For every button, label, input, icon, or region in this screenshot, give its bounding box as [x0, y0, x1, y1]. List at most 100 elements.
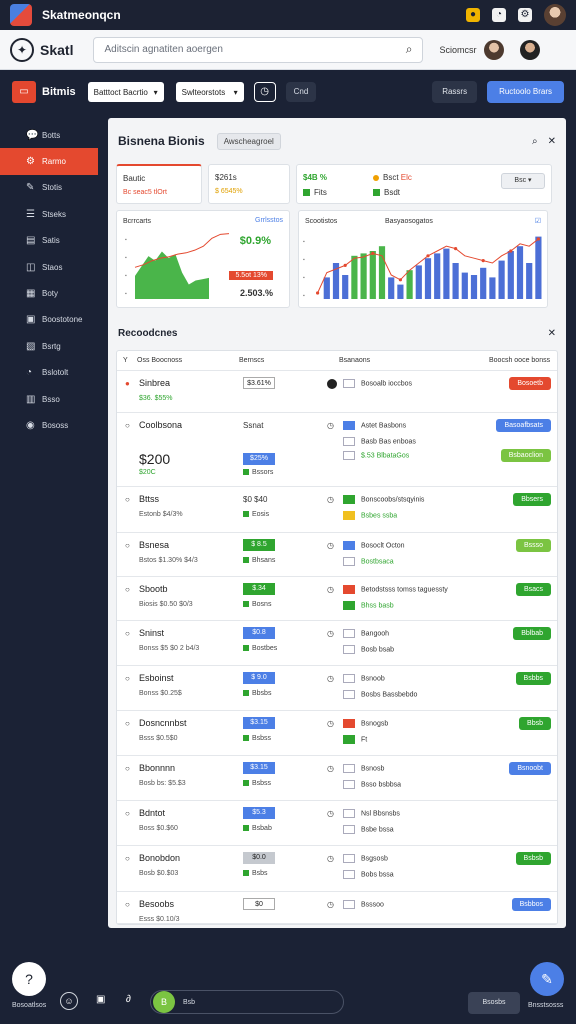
table-row[interactable]: ○ Besoobs Esss $0.10/3 $0 ◷ Bsssoo Bsbbos [117, 892, 557, 924]
primary-button[interactable]: Ructoolo Brars [487, 81, 564, 103]
stat-c-label2-sub: Bsdt [373, 188, 453, 197]
sidebar-item[interactable]: 💬 Botts [0, 122, 98, 148]
chart1-corner[interactable]: Grrlsstos [255, 217, 283, 224]
sidebar-item[interactable]: ▤ Satis [0, 228, 98, 254]
row-action-button[interactable]: Basoafbsats [496, 419, 551, 432]
row-checkbox-icon [343, 601, 355, 610]
filter-chip[interactable]: Cnd [285, 82, 317, 102]
row-action-button[interactable]: Bsbbs [515, 672, 551, 685]
row-sub: Bonss $5 $0 2 b4/3 [139, 645, 200, 652]
filter-select-1[interactable]: Batttoct Bacrtio ▾ [87, 82, 164, 102]
column-header[interactable]: Bsanaons [339, 357, 489, 364]
row-action-button[interactable]: Bblbab [513, 627, 551, 640]
sort-icon[interactable]: Y [123, 357, 137, 364]
row-label2: Bosb bsab [343, 645, 394, 654]
table-row[interactable]: ○ Sbootb Biosis $0.50 $0/3 $.34 Bosns ◷ Betods… [117, 577, 557, 621]
period-select[interactable]: Bsc ▾ [501, 173, 545, 189]
row-action-button[interactable]: Bsbbos [511, 898, 551, 911]
sidebar-item[interactable]: ▥ Bsso [0, 386, 98, 412]
stat-card-b[interactable]: $261s $ 6545% [208, 164, 290, 204]
row-label2: Bostbsaca [343, 557, 394, 566]
table-row[interactable]: ○ Bdntot Boss $0.$60 $5.3 Bsbab ◷ Nsl Bbsnsbs B… [117, 801, 557, 846]
chart1-title: Bcrrcarts [123, 218, 151, 225]
search-icon[interactable]: ⌕ [532, 136, 538, 147]
sidebar-item[interactable]: ▦ Boty [0, 280, 98, 306]
row-action-button[interactable]: Bbsb [519, 717, 551, 730]
bar [342, 275, 349, 299]
row-badge-sub: Bsbab [243, 825, 272, 832]
stat-card-a[interactable]: Bautic Bc seac5 tlOrt [116, 164, 202, 204]
row-badge: $0.8 [243, 627, 275, 639]
link-icon[interactable]: ∂ [126, 994, 131, 1005]
search-icon[interactable]: ⌕ [406, 42, 413, 57]
row-number: $200 [139, 451, 171, 467]
row-action-button[interactable]: Bsacs [515, 583, 551, 596]
sidebar-item[interactable]: ◔ Bslotolt [0, 360, 98, 386]
settings-icon[interactable]: ⚙ [518, 8, 532, 22]
chat-icon[interactable]: ◔ [492, 8, 506, 22]
row-checkbox-icon [343, 870, 355, 879]
table-row[interactable]: ○ Sninst Bonss $5 $0 2 b4/3 $0.8 Bostbes ◷ Ban… [117, 621, 557, 666]
row-sub: Bstos $1.30% $4/3 [139, 557, 198, 564]
row-action-button[interactable]: Bsnoobt [509, 762, 551, 775]
close-icon[interactable]: ✕ [548, 328, 556, 339]
table-row[interactable]: ○ Esboinst Bonss $0.25$ $ 9.0 Bbsbs ◷ Bsnoob Bo… [117, 666, 557, 711]
row-action-button[interactable]: Bbsers [513, 493, 551, 506]
sidebar-list: 💬 Botts ⚙ Rarmo ✎ Stotis ☰ Stseks ▤ Satis ◫ Staos ▦ B… [0, 122, 98, 439]
notification-icon[interactable]: ● [466, 8, 480, 22]
sidebar-item[interactable]: ▣ Boostotone [0, 307, 98, 333]
table-header: Y Oss Boocnoss Bernscs Bsanaons Boocsh o… [117, 351, 557, 371]
row-action-button[interactable]: Bosoetb [509, 377, 551, 390]
panel-tag[interactable]: Awscheagroel [216, 132, 281, 150]
stat-card-c[interactable]: $4B % Fits Bsct Elc Bsdt Bsc ▾ [296, 164, 552, 204]
sidebar-item[interactable]: ◉ Bososs [0, 412, 98, 438]
sidebar-item[interactable]: ✎ Stotis [0, 175, 98, 201]
avatar[interactable] [544, 4, 566, 26]
bar [397, 284, 404, 299]
row-status-icon: ○ [125, 541, 130, 550]
sidebar-item[interactable]: ☰ Stseks [0, 201, 98, 227]
table-row[interactable]: ○ Bonobdon Bosb $0.$03 $0.0 Bsbs ◷ Bsgsosb Bobs… [117, 846, 557, 892]
user-avatar[interactable] [484, 39, 505, 60]
column-header[interactable]: Bernscs [239, 357, 339, 364]
search-input[interactable]: Aditscin agnatiten aoergen ⌕ [93, 36, 424, 63]
row-action-button[interactable]: Bsbsb [515, 852, 551, 865]
emoji-icon[interactable]: ☺ [60, 992, 78, 1010]
sidebar-item[interactable]: ⚙ Rarmo [0, 148, 98, 175]
sidebar-item[interactable]: ▧ Bsrtg [0, 333, 98, 359]
table-row[interactable]: ○ Coolbsona $200 $20C Ssnat $25% Bssors ◷ Astet … [117, 413, 557, 487]
secondary-button[interactable]: Rassrs [432, 81, 478, 103]
bar [351, 255, 358, 299]
table-row[interactable]: ● Sinbrea $36. $55% $3.61% Bosoalb ioccbos Bo… [117, 371, 557, 413]
attach-icon[interactable]: ▣ [96, 994, 105, 1005]
profile-avatar[interactable] [520, 39, 541, 60]
row-label: Bonscoobs/stsqyinis [343, 495, 424, 504]
message-text: Bsb [183, 998, 196, 1006]
chart2-checkbox-icon[interactable]: ☑ [535, 217, 541, 225]
table-row[interactable]: ○ Bttss Estonb $4/3% $0 $40 Eosis ◷ Bonscoobs/… [117, 487, 557, 533]
clock-button[interactable]: ◷ [253, 82, 276, 102]
row-secondary-button[interactable]: Bsbaoclion [500, 449, 551, 462]
row-name: Bsnesa [139, 540, 170, 550]
send-button[interactable]: Bsosbs [468, 992, 520, 1014]
stat-c-label1: $4B % [303, 173, 328, 182]
row-checkbox-icon [343, 690, 355, 699]
row-badge: $0.0 [243, 852, 275, 864]
row-checkbox-icon [343, 451, 355, 460]
column-header[interactable]: Oss Boocnoss [137, 357, 239, 364]
sidebar-item[interactable]: ◫ Staos [0, 254, 98, 280]
row-badge-sub: Bbsbs [243, 690, 271, 697]
help-fab-button[interactable]: ? [12, 962, 46, 996]
table-row[interactable]: ○ Bsnesa Bstos $1.30% $4/3 $ 8.5 Bhsans ◷ Boso… [117, 533, 557, 577]
column-header[interactable]: Boocsh ooce bonss [489, 357, 550, 364]
close-icon[interactable]: ✕ [548, 136, 556, 147]
row-label: Bangooh [343, 629, 389, 638]
row-badge-sub: Bsbss [243, 735, 271, 742]
row-label: Betodstsss tomss taguessty [343, 585, 448, 594]
filter-select-2[interactable]: Swlteorstots ▾ [175, 82, 244, 102]
table-row[interactable]: ○ Bbonnnn Bosb bs: $5.$3 $3.15 Bsbss ◷ Bsnosb B… [117, 756, 557, 801]
edit-fab-button[interactable]: ✎ [530, 962, 564, 996]
table-row[interactable]: ○ Dosncnnbst Bsss $0.5$0 $3.15 Bsbss ◷ Bsnogsb… [117, 711, 557, 756]
row-action-button[interactable]: Bssso [515, 539, 551, 552]
message-input[interactable]: B Bsb [150, 990, 344, 1014]
